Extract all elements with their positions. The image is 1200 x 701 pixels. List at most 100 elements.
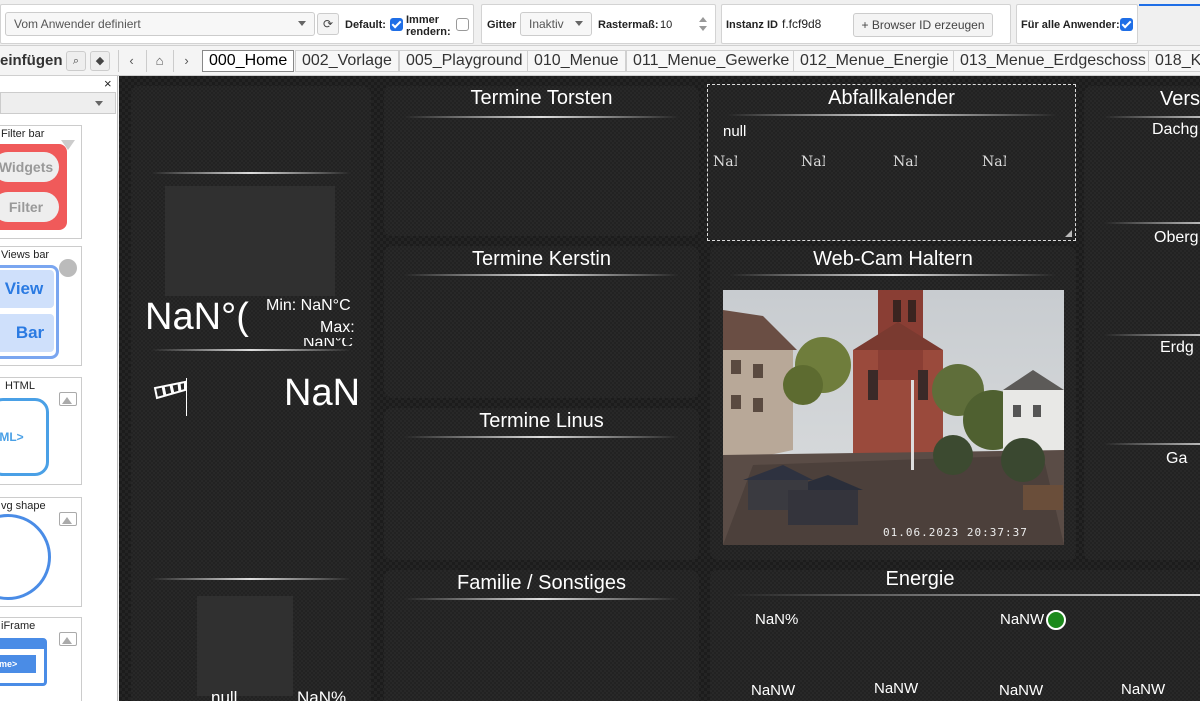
preview-button-widgets: Widgets	[0, 152, 59, 182]
html-preview-label: TML>	[0, 430, 24, 444]
image-icon	[59, 512, 77, 526]
temperature-max-value: NaN°C	[303, 338, 353, 346]
close-icon[interactable]: ×	[104, 76, 112, 91]
view-mode-select[interactable]: Vom Anwender definiert	[5, 12, 315, 36]
divider	[1104, 443, 1200, 445]
panel-termine-kerstin: Termine Kerstin	[384, 246, 699, 398]
divider	[151, 172, 351, 174]
temperature-max-label: Max:	[320, 319, 355, 336]
tab-010-menue[interactable]: 010_Menue	[527, 50, 626, 72]
pin-icon[interactable]: ◆	[90, 51, 110, 71]
image-icon	[59, 632, 77, 646]
scroll-right-icon[interactable]: ›	[173, 50, 199, 72]
windsock-icon	[151, 376, 188, 418]
divider	[404, 436, 679, 438]
panel-energie: Energie NaN% NaNW NaNW NaNW NaNW NaNW	[710, 568, 1200, 701]
panel-title: Termine Torsten	[470, 87, 613, 109]
refresh-button[interactable]: ⟳	[317, 13, 339, 35]
always-render-checkbox[interactable]	[456, 18, 469, 31]
preview-view-label: View	[4, 279, 44, 298]
panel-abfallkalender[interactable]: Abfallkalender null NaN NaN NaN NaN	[707, 84, 1076, 241]
grid-size-input[interactable]: 10	[660, 19, 672, 31]
divider	[1104, 222, 1200, 224]
tab-005-playground[interactable]: 005_Playground	[399, 50, 530, 72]
instance-label: Instanz ID	[726, 19, 778, 31]
preview-button-filter: Filter	[0, 192, 59, 222]
resize-handle-icon[interactable]	[1065, 230, 1072, 237]
floor-dachgeschoss: Dachg	[1152, 121, 1199, 138]
chevron-down-icon	[298, 21, 306, 26]
plus-icon: +	[861, 18, 869, 32]
floor-garage: Ga	[1166, 450, 1188, 467]
views-tab-bar: einfügen ⌕ ◆ ‹ ⌂ › 000_Home 002_Vorlage …	[0, 46, 1200, 76]
widget-card-label: Filter bar	[1, 128, 45, 140]
instance-id-field[interactable]: f.fcf9d8	[778, 15, 850, 35]
widget-card-filter-bar[interactable]: Filter bar Widgets Filter	[0, 125, 82, 239]
panel-termine-torsten: Termine Torsten	[384, 86, 699, 236]
abfall-value: null	[723, 123, 747, 140]
preview-widgets-label: Widgets	[0, 159, 54, 175]
grid-select[interactable]: Inaktiv	[520, 12, 592, 36]
search-icon[interactable]: ⌕	[66, 51, 86, 71]
all-users-checkbox[interactable]	[1120, 18, 1133, 31]
plus-circle-icon	[59, 259, 77, 277]
grid-size-stepper-icon[interactable]	[698, 17, 708, 31]
preview-button-bar: Bar	[0, 314, 54, 352]
widget-palette: × Filter bar Widgets Filter Views bar Vi…	[0, 76, 118, 701]
scroll-left-icon[interactable]: ‹	[118, 50, 144, 72]
browser-id-button[interactable]: + Browser ID erzeugen	[853, 13, 993, 37]
widget-card-svg-shape[interactable]: vg shape	[0, 497, 82, 607]
divider	[727, 114, 1057, 116]
tab-002-vorlage[interactable]: 002_Vorlage	[295, 50, 399, 72]
widget-card-label: vg shape	[1, 500, 46, 512]
insert-widgets-title: einfügen	[0, 52, 63, 69]
divider	[404, 116, 679, 118]
grid-select-value: Inaktiv	[529, 17, 564, 31]
energy-power: NaNW	[1000, 611, 1045, 628]
panel-termine-linus: Termine Linus	[384, 408, 699, 560]
divider	[404, 598, 679, 600]
widget-set-select[interactable]	[0, 92, 116, 114]
chevron-down-icon	[575, 21, 583, 26]
bottom-left-value: null	[211, 688, 238, 701]
tab-012-menue-energie[interactable]: 012_Menue_Energie	[793, 50, 956, 72]
top-toolbar: Vom Anwender definiert ⟳ Default: Immer …	[0, 0, 1200, 46]
panel-familie-sonstiges: Familie / Sonstiges	[384, 570, 699, 701]
widget-card-views-bar[interactable]: Views bar View Bar	[0, 246, 82, 366]
weather-image-placeholder-2	[197, 596, 293, 696]
panel-title: Vers	[1160, 88, 1200, 110]
tab-000-home[interactable]: 000_Home	[202, 50, 295, 72]
grid-label: Gitter	[487, 19, 517, 31]
default-label: Default:	[345, 19, 386, 31]
tab-011-menue-gewerke[interactable]: 011_Menue_Gewerke	[626, 50, 797, 72]
toolbar-accent-line	[1139, 4, 1200, 6]
widget-card-html[interactable]: HTML TML>	[0, 377, 82, 485]
tab-018[interactable]: 018_K	[1148, 50, 1200, 72]
preview-button-view: View	[0, 270, 54, 308]
panel-title: Energie	[885, 568, 955, 590]
tab-013-menue-erdgeschoss[interactable]: 013_Menue_Erdgeschoss	[953, 50, 1153, 72]
energy-percent: NaN%	[755, 611, 799, 628]
floor-erdgeschoss: Erdg	[1160, 339, 1194, 356]
energy-value-1: NaNW	[751, 682, 796, 699]
dashboard-canvas: NaN°( Min: NaN°C Max: NaN°C NaN null NaN	[119, 76, 1200, 701]
divider	[1104, 334, 1200, 336]
energy-value-3: NaNW	[999, 682, 1044, 699]
webcam-timestamp: 01.06.2023 20:37:37	[883, 526, 1028, 539]
status-dot-icon	[1046, 610, 1066, 630]
abfall-item-2: NaN	[801, 154, 825, 170]
abfall-item-4: NaN	[982, 154, 1006, 170]
divider	[1104, 116, 1200, 118]
widget-card-label: iFrame	[1, 620, 36, 632]
floor-obergeschoss: Oberg	[1154, 229, 1199, 246]
home-icon[interactable]: ⌂	[146, 50, 172, 72]
bottom-right-value: NaN%	[297, 688, 347, 701]
weather-image-placeholder	[165, 186, 335, 296]
panel-title: Familie / Sonstiges	[457, 572, 626, 594]
all-users-group: Für alle Anwender:	[1016, 4, 1138, 44]
divider	[151, 349, 351, 351]
iframe-preview: ame>	[0, 638, 47, 686]
temperature-value: NaN°(	[145, 296, 249, 338]
widget-card-iframe[interactable]: iFrame ame>	[0, 617, 82, 701]
default-checkbox[interactable]	[390, 18, 403, 31]
